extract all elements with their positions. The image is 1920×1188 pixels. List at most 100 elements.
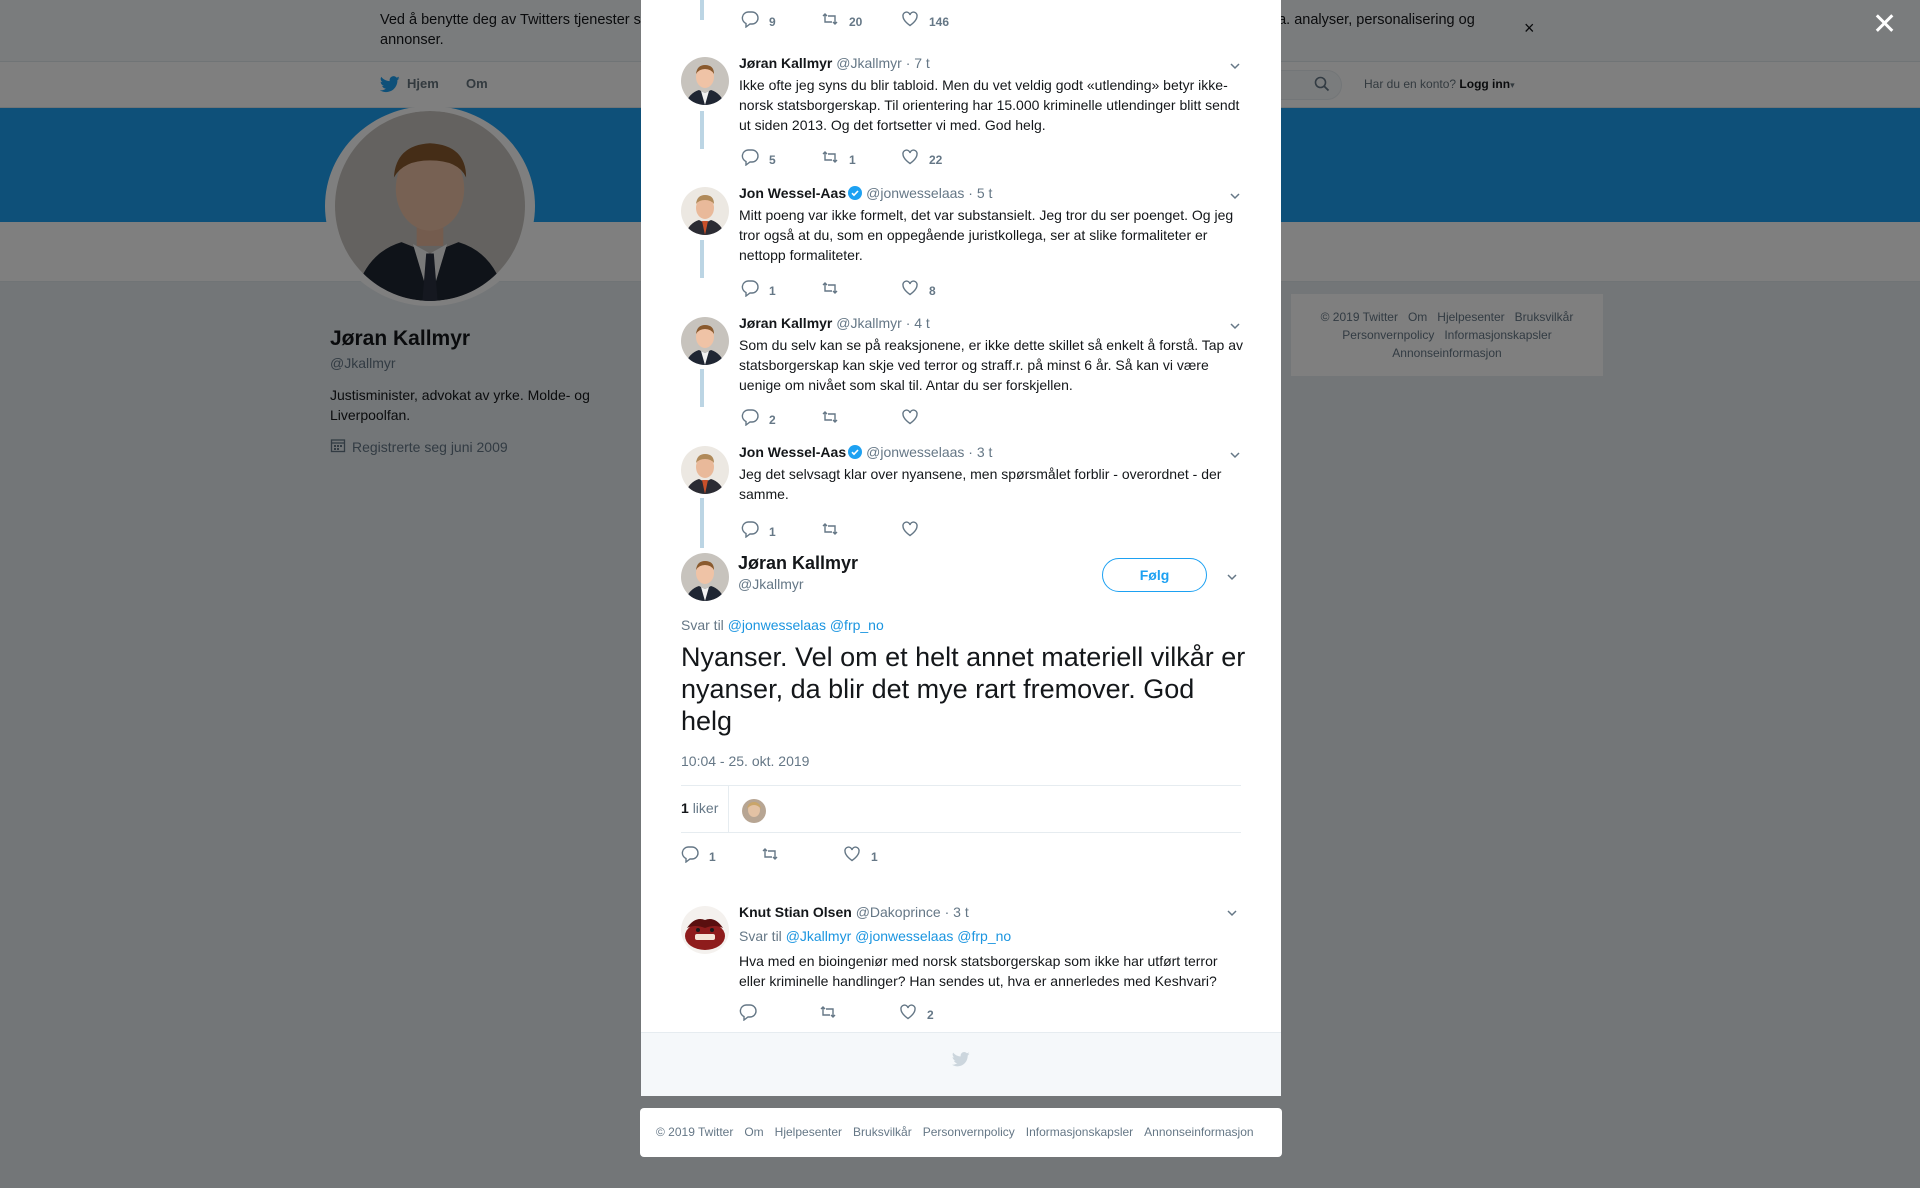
footer-copyright: © 2019 Twitter bbox=[656, 1125, 734, 1139]
tweet-actions: 9 20 146 bbox=[741, 10, 1301, 30]
verified-icon bbox=[848, 186, 863, 203]
focused-avatar[interactable] bbox=[681, 553, 729, 601]
reply-prefix: Svar til bbox=[739, 928, 782, 944]
focused-tweet-text: Nyanser. Vel om et helt annet materiell … bbox=[681, 642, 1246, 736]
tweet-actions: 18 bbox=[741, 279, 1301, 299]
tweet-header: Jøran Kallmyr @Jkallmyr · 4 t bbox=[739, 315, 930, 331]
retweet-count: 20 bbox=[849, 14, 863, 29]
like-icon[interactable] bbox=[843, 845, 861, 868]
tweet-actions: 2 bbox=[741, 408, 1301, 428]
reply-count: 9 bbox=[769, 14, 776, 29]
tweet-text: Mitt poeng var ikke formelt, det var sub… bbox=[739, 207, 1234, 263]
tweet-actions: 1 bbox=[741, 520, 1301, 540]
like-icon[interactable] bbox=[901, 148, 919, 171]
footer-link-ads[interactable]: Annonseinformasjon bbox=[1144, 1125, 1253, 1139]
reply-icon[interactable] bbox=[741, 148, 759, 171]
retweet-icon[interactable] bbox=[761, 845, 779, 868]
like-icon[interactable] bbox=[901, 279, 919, 302]
chevron-down-icon[interactable] bbox=[1226, 570, 1238, 588]
retweet-icon[interactable] bbox=[821, 520, 839, 543]
likes-label: liker bbox=[692, 800, 719, 816]
retweet-icon[interactable] bbox=[821, 148, 839, 171]
like-icon[interactable] bbox=[901, 10, 919, 33]
follow-button[interactable]: Følg bbox=[1102, 558, 1207, 592]
like-count: 2 bbox=[927, 1007, 934, 1022]
reply-icon[interactable] bbox=[739, 1003, 757, 1026]
reply-icon[interactable] bbox=[741, 279, 759, 302]
like-count: 1 bbox=[871, 849, 878, 864]
chevron-down-icon[interactable] bbox=[1226, 906, 1238, 924]
reply-context: Svar til @jonwesselaas @frp_no bbox=[681, 617, 884, 633]
reply-icon[interactable] bbox=[741, 408, 759, 431]
likes-row: 1 liker bbox=[681, 785, 1241, 833]
reply-icon[interactable] bbox=[681, 845, 699, 868]
reply-icon[interactable] bbox=[741, 520, 759, 543]
tweet-time[interactable]: · 5 t bbox=[968, 185, 992, 201]
reply-mentions[interactable]: @jonwesselaas @frp_no bbox=[728, 617, 884, 633]
author-avatar[interactable] bbox=[681, 317, 729, 365]
author-name[interactable]: Jøran Kallmyr bbox=[739, 55, 832, 71]
modal-footer: © 2019 Twitter Om Hjelpesenter Bruksvilkår P… bbox=[640, 1108, 1282, 1157]
reply-count: 1 bbox=[769, 283, 776, 298]
reply-prefix: Svar til bbox=[681, 617, 724, 633]
reply-author-handle[interactable]: @Dakoprince bbox=[856, 904, 941, 920]
like-icon[interactable] bbox=[901, 520, 919, 543]
focused-actions: 1 1 bbox=[681, 845, 1241, 865]
tweet-time[interactable]: · 7 t bbox=[906, 55, 930, 71]
tweet-header: Jon Wessel-Aas @jonwesselaas · 3 t bbox=[739, 444, 992, 462]
reply-count: 5 bbox=[769, 152, 776, 167]
like-icon[interactable] bbox=[901, 408, 919, 431]
like-count: 22 bbox=[929, 152, 943, 167]
reply-header: Knut Stian Olsen @Dakoprince · 3 t bbox=[739, 904, 969, 920]
tweet-time[interactable]: · 4 t bbox=[906, 315, 930, 331]
divider bbox=[728, 786, 729, 832]
twitter-bird-icon bbox=[951, 1052, 970, 1072]
tweet-header: Jon Wessel-Aas @jonwesselaas · 5 t bbox=[739, 185, 992, 203]
reply-count: 1 bbox=[769, 524, 776, 539]
tweet-actions: 5 1 22 bbox=[741, 148, 1301, 168]
retweet-icon[interactable] bbox=[821, 408, 839, 431]
retweet-icon[interactable] bbox=[821, 10, 839, 33]
focused-author-handle[interactable]: @Jkallmyr bbox=[738, 576, 804, 592]
focused-author-name[interactable]: Jøran Kallmyr bbox=[738, 553, 858, 574]
likes-summary[interactable]: 1 liker bbox=[681, 800, 718, 816]
footer-link-terms[interactable]: Bruksvilkår bbox=[853, 1125, 912, 1139]
like-count: 146 bbox=[929, 14, 950, 29]
footer-link-privacy[interactable]: Personvernpolicy bbox=[923, 1125, 1015, 1139]
author-name[interactable]: Jøran Kallmyr bbox=[739, 315, 832, 331]
author-handle[interactable]: @Jkallmyr bbox=[836, 315, 902, 331]
retweet-icon[interactable] bbox=[819, 1003, 837, 1026]
author-avatar[interactable] bbox=[681, 446, 729, 494]
author-avatar[interactable] bbox=[681, 187, 729, 235]
footer-link-cookies[interactable]: Informasjonskapsler bbox=[1026, 1125, 1133, 1139]
author-handle[interactable]: @jonwesselaas bbox=[866, 185, 964, 201]
author-avatar[interactable] bbox=[681, 57, 729, 105]
reply-time[interactable]: · 3 t bbox=[945, 904, 969, 920]
tweet-time[interactable]: · 3 t bbox=[968, 444, 992, 460]
likes-number: 1 bbox=[681, 800, 689, 816]
focused-timestamp[interactable]: 10:04 - 25. okt. 2019 bbox=[681, 753, 809, 769]
author-handle[interactable]: @jonwesselaas bbox=[866, 444, 964, 460]
tweet-text: Jeg det selvsagt klar over nyansene, men… bbox=[739, 466, 1222, 502]
reply-text: Hva med en bioingeniør med norsk statsbo… bbox=[739, 953, 1218, 989]
close-icon[interactable]: ✕ bbox=[1872, 10, 1897, 40]
reply-avatar[interactable] bbox=[681, 906, 729, 954]
footer-link-about[interactable]: Om bbox=[744, 1125, 763, 1139]
verified-icon bbox=[848, 445, 863, 462]
reply-count: 2 bbox=[769, 412, 776, 427]
reply-mentions[interactable]: @Jkallmyr @jonwesselaas @frp_no bbox=[786, 928, 1012, 944]
author-name[interactable]: Jon Wessel-Aas bbox=[739, 185, 846, 201]
like-icon[interactable] bbox=[899, 1003, 917, 1026]
liker-avatar[interactable] bbox=[742, 799, 766, 823]
reply-count: 1 bbox=[709, 849, 716, 864]
author-handle[interactable]: @Jkallmyr bbox=[836, 55, 902, 71]
reply-icon[interactable] bbox=[741, 10, 759, 33]
like-count: 8 bbox=[929, 283, 936, 298]
thread-line bbox=[700, 0, 704, 20]
retweet-count: 1 bbox=[849, 152, 856, 167]
footer-link-help[interactable]: Hjelpesenter bbox=[775, 1125, 842, 1139]
retweet-icon[interactable] bbox=[821, 279, 839, 302]
author-name[interactable]: Jon Wessel-Aas bbox=[739, 444, 846, 460]
reply-author-name[interactable]: Knut Stian Olsen bbox=[739, 904, 852, 920]
reply-actions: 2 bbox=[739, 1003, 1299, 1023]
